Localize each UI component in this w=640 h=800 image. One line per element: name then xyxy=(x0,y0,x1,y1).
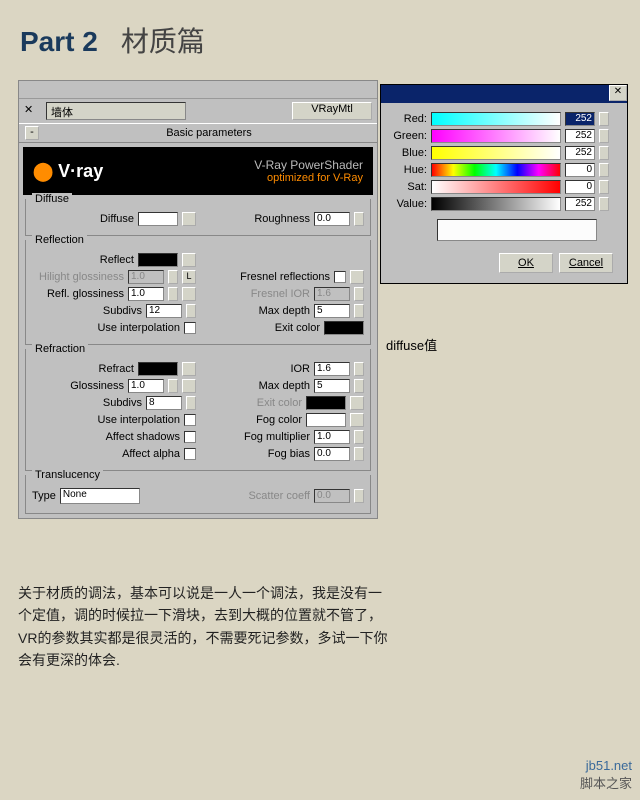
material-editor-panel: ✕ 墙体 VRayMtl - Basic parameters ⬤ V·ray … xyxy=(18,80,378,519)
basic-params-header[interactable]: - Basic parameters xyxy=(19,123,377,143)
vray-logo: ⬤ V·ray xyxy=(33,161,103,182)
blue-slider[interactable] xyxy=(431,146,561,160)
green-input[interactable]: 252 xyxy=(565,129,595,143)
fresnel-checkbox[interactable] xyxy=(334,271,346,283)
fog-swatch[interactable] xyxy=(306,413,346,427)
green-slider[interactable] xyxy=(431,129,561,143)
sat-slider[interactable] xyxy=(431,180,561,194)
material-type-button[interactable]: VRayMtl xyxy=(292,102,372,120)
material-name-dropdown[interactable]: 墙体 xyxy=(46,102,186,120)
picker-icon[interactable]: ✕ xyxy=(24,103,40,119)
color-preview xyxy=(437,219,597,241)
watermark: jb51.net 脚本之家 xyxy=(580,758,632,792)
close-icon[interactable]: ✕ xyxy=(609,85,627,101)
vray-banner: ⬤ V·ray V-Ray PowerShader optimized for … xyxy=(23,147,373,195)
refl-exit-swatch[interactable] xyxy=(324,321,364,335)
page-title-row: Part 2 材质篇 xyxy=(0,0,640,70)
diffuse-swatch[interactable] xyxy=(138,212,178,226)
refraction-group: Refraction Refract IOR1.6 Glossiness1.0 … xyxy=(25,349,371,471)
hue-input[interactable]: 0 xyxy=(565,163,595,177)
toolbar xyxy=(19,81,377,99)
roughness-label: Roughness xyxy=(254,213,310,225)
vray-banner-text: V-Ray PowerShader optimized for V-Ray xyxy=(254,158,363,184)
red-slider[interactable] xyxy=(431,112,561,126)
reflect-swatch[interactable] xyxy=(138,253,178,267)
L-button[interactable]: L xyxy=(182,270,196,284)
body-paragraph: 关于材质的调法，基本可以说是一人一个调法，我是没有一个定值，调的时候拉一下滑块，… xyxy=(18,582,388,672)
roughness-input[interactable]: 0.0 xyxy=(314,212,350,226)
value-slider[interactable] xyxy=(431,197,561,211)
value-input[interactable]: 252 xyxy=(565,197,595,211)
diffuse-note: diffuse值 xyxy=(386,335,437,354)
translucency-group: Translucency TypeNone Scatter coeff0.0 xyxy=(25,475,371,514)
cancel-button[interactable]: Cancel xyxy=(559,253,613,273)
sat-input[interactable]: 0 xyxy=(565,180,595,194)
diffuse-label: Diffuse xyxy=(100,213,134,225)
roughness-spinner[interactable] xyxy=(354,212,364,226)
red-input[interactable]: 252 xyxy=(565,112,595,126)
hue-slider[interactable] xyxy=(431,163,561,177)
color-picker-dialog: ✕ Red:252 Green:252 Blue:252 Hue:0 Sat:0… xyxy=(380,84,628,284)
basic-params-label: Basic parameters xyxy=(47,127,371,139)
diffuse-group: Diffuse Diffuse Roughness 0.0 xyxy=(25,199,371,236)
diffuse-map-button[interactable] xyxy=(182,212,196,226)
blue-input[interactable]: 252 xyxy=(565,146,595,160)
cn-title: 材质篇 xyxy=(121,26,205,57)
reflect-map-button[interactable] xyxy=(182,253,196,267)
refr-exit-swatch[interactable] xyxy=(306,396,346,410)
refract-swatch[interactable] xyxy=(138,362,178,376)
material-selector-row: ✕ 墙体 VRayMtl xyxy=(19,99,377,123)
dialog-titlebar[interactable]: ✕ xyxy=(381,85,627,103)
collapse-button[interactable]: - xyxy=(25,126,39,140)
ok-button[interactable]: OK xyxy=(499,253,553,273)
part-label: Part 2 xyxy=(20,26,98,57)
translucency-type-dropdown[interactable]: None xyxy=(60,488,140,504)
refl-interp-checkbox[interactable] xyxy=(184,322,196,334)
reflection-group: Reflection Reflect Hilight glossiness1.0… xyxy=(25,240,371,345)
